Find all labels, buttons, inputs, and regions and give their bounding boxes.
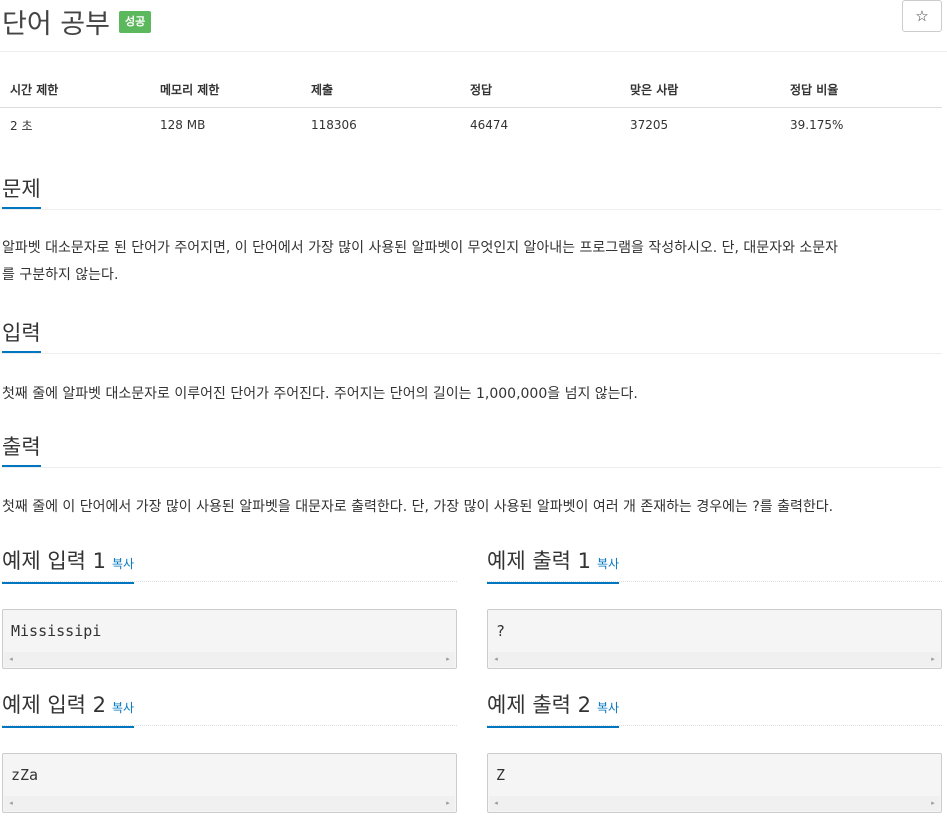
scroll-right-icon[interactable]: ▸ <box>441 796 455 811</box>
output-heading: 출력 <box>2 432 41 467</box>
page-title: 단어 공부 <box>2 9 110 40</box>
header-solved-users: 맞은 사람 <box>620 72 780 108</box>
scroll-left-icon[interactable]: ◂ <box>489 652 503 667</box>
sample-output-1-title-text: 예제 출력 1 <box>487 549 591 573</box>
solved-users-value: 37205 <box>630 118 669 133</box>
scroll-left-icon[interactable]: ◂ <box>489 796 503 811</box>
sample-input-2-header: 예제 입력 2 복사 <box>2 690 457 728</box>
problem-section-header: 문제 <box>2 174 942 210</box>
submissions-value: 118306 <box>311 118 357 133</box>
sample-input-1-title-text: 예제 입력 1 <box>2 549 106 573</box>
scroll-left-icon[interactable]: ◂ <box>4 796 18 811</box>
sample-input-1-text: Mississipi <box>11 622 102 640</box>
sample-output-1-text: ? <box>496 622 506 640</box>
header-accepted: 정답 <box>460 72 620 108</box>
sample-output-1-header: 예제 출력 1 복사 <box>487 546 942 584</box>
sample-output-2-box[interactable]: Z ◂ ▸ <box>487 753 942 813</box>
problem-heading-text: 문제 <box>2 177 41 201</box>
problem-description: 알파벳 대소문자로 된 단어가 주어지면, 이 단어에서 가장 많이 사용된 알… <box>2 235 942 289</box>
copy-sample-output-1-button[interactable]: 복사 <box>597 557 619 571</box>
sample-output-1-box[interactable]: ? ◂ ▸ <box>487 609 942 669</box>
problem-text-line2: 를 구분하지 않는다. <box>2 267 119 283</box>
problem-heading: 문제 <box>2 174 41 209</box>
header-time-limit: 시간 제한 <box>0 72 150 108</box>
sample-input-2-title: 예제 입력 2 복사 <box>2 690 135 728</box>
input-section-header: 입력 <box>2 318 942 354</box>
output-text: 첫째 줄에 이 단어에서 가장 많이 사용된 알파벳을 대문자로 출력한다. 단… <box>2 499 834 515</box>
scroll-right-icon[interactable]: ▸ <box>926 796 940 811</box>
header-memory-limit: 메모리 제한 <box>150 72 301 108</box>
table-row: 2 초 128 MB 118306 46474 37205 39.175% <box>0 107 942 143</box>
sample-output-2-title: 예제 출력 2 복사 <box>487 690 620 728</box>
scroll-left-icon[interactable]: ◂ <box>4 652 18 667</box>
sample-input-2-box[interactable]: zZa ◂ ▸ <box>2 753 457 813</box>
title-row: 단어 공부 성공 ☆ <box>0 0 947 52</box>
accepted-value: 46474 <box>470 118 509 133</box>
sample-output-2-title-text: 예제 출력 2 <box>487 693 591 717</box>
star-button[interactable]: ☆ <box>902 0 942 32</box>
input-text: 첫째 줄에 알파벳 대소문자로 이루어진 단어가 주어진다. 주어지는 단어의 … <box>2 386 638 402</box>
problem-info-table: 시간 제한 메모리 제한 제출 정답 맞은 사람 정답 비율 2 초 128 M… <box>0 72 942 143</box>
output-description: 첫째 줄에 이 단어에서 가장 많이 사용된 알파벳을 대문자로 출력한다. 단… <box>2 494 942 521</box>
sample-input-1-title: 예제 입력 1 복사 <box>2 546 135 584</box>
memory-limit-value: 128 MB <box>160 118 206 133</box>
horizontal-scrollbar[interactable]: ◂ ▸ <box>489 796 940 811</box>
horizontal-scrollbar[interactable]: ◂ ▸ <box>489 652 940 667</box>
sample-output-2-header: 예제 출력 2 복사 <box>487 690 942 728</box>
input-description: 첫째 줄에 알파벳 대소문자로 이루어진 단어가 주어진다. 주어지는 단어의 … <box>2 381 942 408</box>
horizontal-scrollbar[interactable]: ◂ ▸ <box>4 652 455 667</box>
time-limit-value: 2 초 <box>10 118 33 133</box>
sample-input-2-title-text: 예제 입력 2 <box>2 693 106 717</box>
header-accept-ratio: 정답 비율 <box>780 72 942 108</box>
scroll-right-icon[interactable]: ▸ <box>926 652 940 667</box>
table-header-row: 시간 제한 메모리 제한 제출 정답 맞은 사람 정답 비율 <box>0 72 942 108</box>
accept-ratio-value: 39.175% <box>790 118 844 133</box>
scroll-right-icon[interactable]: ▸ <box>441 652 455 667</box>
copy-sample-input-1-button[interactable]: 복사 <box>112 557 134 571</box>
sample-input-2-text: zZa <box>11 766 39 784</box>
horizontal-scrollbar[interactable]: ◂ ▸ <box>4 796 455 811</box>
sample-input-1-box[interactable]: Mississipi ◂ ▸ <box>2 609 457 669</box>
input-heading: 입력 <box>2 318 41 353</box>
copy-sample-input-2-button[interactable]: 복사 <box>112 701 134 715</box>
star-icon: ☆ <box>915 7 929 25</box>
copy-sample-output-2-button[interactable]: 복사 <box>597 701 619 715</box>
problem-text-line1: 알파벳 대소문자로 된 단어가 주어지면, 이 단어에서 가장 많이 사용된 알… <box>2 240 839 256</box>
output-heading-text: 출력 <box>2 435 41 459</box>
sample-output-2-text: Z <box>496 766 506 784</box>
status-badge: 성공 <box>119 11 152 33</box>
sample-input-1-header: 예제 입력 1 복사 <box>2 546 457 584</box>
header-submissions: 제출 <box>301 72 460 108</box>
output-section-header: 출력 <box>2 432 942 468</box>
input-heading-text: 입력 <box>2 321 41 345</box>
sample-output-1-title: 예제 출력 1 복사 <box>487 546 620 584</box>
